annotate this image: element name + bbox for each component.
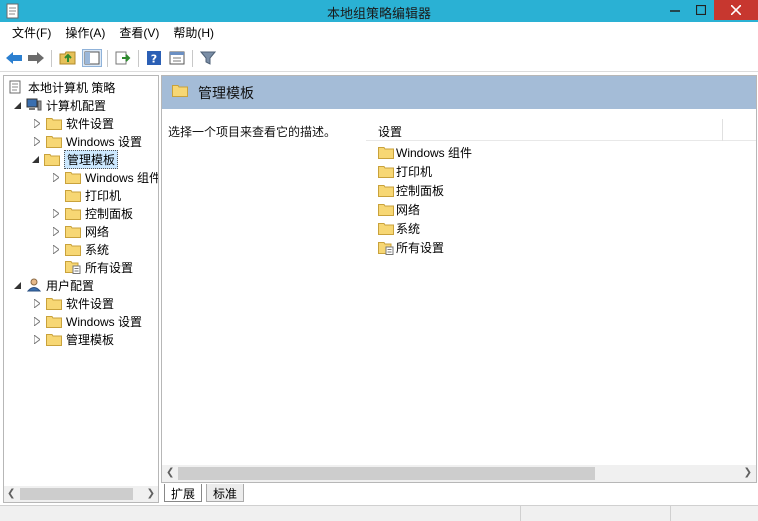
minimize-button[interactable] [662,0,688,20]
collapsed-arrow-icon[interactable] [32,118,42,128]
folder-icon [46,296,62,310]
folder-icon [65,206,81,220]
scrollbar-thumb[interactable] [20,488,133,500]
folder-icon [378,146,394,159]
folder-icon [65,188,81,202]
tree-item-software-settings[interactable]: 软件设置 [32,114,114,132]
export-list-icon[interactable] [113,49,133,67]
tree-item-user-software-settings[interactable]: 软件设置 [32,294,114,312]
title-bar: 本地组策略编辑器 [0,0,758,22]
folder-open-icon [44,152,60,166]
tree-item-all-settings[interactable]: 所有设置 [65,258,133,276]
folder-icon [172,84,188,100]
show-hide-tree-icon[interactable] [82,49,102,67]
tree-item-admin-templates[interactable]: 管理模板 [30,149,119,169]
console-tree: 本地计算机 策略 计算机配置 软件设置 Windows 设置 管理模板 Wind… [3,75,159,503]
all-settings-icon [65,260,81,274]
folder-icon [46,314,62,328]
tree-item-system[interactable]: 系统 [51,240,109,258]
tree-item-user-config[interactable]: 用户配置 [12,276,94,294]
list-item[interactable]: 网络 [378,200,420,219]
tree-item-printers[interactable]: 打印机 [65,186,121,204]
filter-icon[interactable] [198,49,218,67]
svg-text:?: ? [151,53,157,66]
tree-item-control-panel[interactable]: 控制面板 [51,204,133,222]
tree-item-network[interactable]: 网络 [51,222,109,240]
list-item[interactable]: Windows 组件 [378,143,472,162]
scroll-right-arrow-icon[interactable]: ❯ [744,467,752,478]
policy-document-icon [8,80,24,94]
menu-view[interactable]: 查看(V) [112,22,166,44]
tree-item-user-admin-templates[interactable]: 管理模板 [32,330,114,348]
collapsed-arrow-icon[interactable] [51,208,61,218]
details-horizontal-scrollbar[interactable]: ❮ ❯ [162,465,756,482]
folder-icon [378,165,394,178]
collapsed-arrow-icon[interactable] [51,172,61,182]
folder-icon [65,242,81,256]
expanded-arrow-icon[interactable] [30,155,40,163]
properties-icon[interactable] [167,49,187,67]
folder-icon [46,134,62,148]
back-arrow-icon[interactable] [4,49,24,67]
up-folder-icon[interactable] [58,49,78,67]
collapsed-arrow-icon[interactable] [32,316,42,326]
tab-standard[interactable]: 标准 [206,484,245,502]
expanded-arrow-icon[interactable] [12,101,22,109]
column-header-setting[interactable]: 设置 [366,119,756,141]
folder-icon [65,224,81,238]
view-tabs: 扩展 标准 [162,484,756,504]
folder-icon [378,184,394,197]
details-pane: 管理模板 选择一个项目来查看它的描述。 设置 Windows 组件 打印机 控制… [161,75,757,483]
forward-arrow-icon[interactable] [26,49,46,67]
collapsed-arrow-icon[interactable] [51,244,61,254]
tree-item-user-windows-settings[interactable]: Windows 设置 [32,312,142,330]
expanded-arrow-icon[interactable] [12,281,22,289]
scrollbar-thumb[interactable] [178,467,595,480]
tree-item-windows-components[interactable]: Windows 组件 [51,168,158,186]
tree-item-computer-config[interactable]: 计算机配置 [12,96,106,114]
folder-icon [378,203,394,216]
tree-horizontal-scrollbar[interactable]: ❮ ❯ [4,486,158,502]
collapsed-arrow-icon[interactable] [32,136,42,146]
menu-help[interactable]: 帮助(H) [166,22,221,44]
menu-file[interactable]: 文件(F) [5,22,58,44]
tree-item-windows-settings[interactable]: Windows 设置 [32,132,142,150]
folder-icon [65,170,81,184]
toolbar: ? [0,44,758,72]
scroll-right-arrow-icon[interactable]: ❯ [147,488,155,499]
folder-icon [46,116,62,130]
all-settings-icon [378,241,394,255]
user-icon [26,278,42,292]
details-header: 管理模板 [162,76,756,109]
scroll-left-arrow-icon[interactable]: ❮ [166,467,174,478]
folder-icon [378,222,394,235]
window-title: 本地组策略编辑器 [326,6,431,21]
description-panel: 选择一个项目来查看它的描述。 [162,109,366,482]
list-item[interactable]: 打印机 [378,162,432,181]
tab-extended[interactable]: 扩展 [164,484,203,502]
collapsed-arrow-icon[interactable] [32,298,42,308]
tree-item-root[interactable]: 本地计算机 策略 [8,78,115,96]
computer-icon [26,98,42,112]
collapsed-arrow-icon[interactable] [51,226,61,236]
maximize-button[interactable] [688,0,714,20]
close-button[interactable] [714,0,758,20]
list-item[interactable]: 控制面板 [378,181,444,200]
list-item[interactable]: 系统 [378,219,420,238]
details-title: 管理模板 [198,85,254,101]
settings-list: 设置 Windows 组件 打印机 控制面板 网络 系统 所有设置 [366,76,756,482]
folder-icon [46,332,62,346]
scroll-left-arrow-icon[interactable]: ❮ [7,488,15,499]
description-text: 选择一个项目来查看它的描述。 [168,125,337,139]
status-bar [0,505,758,521]
menu-action[interactable]: 操作(A) [58,22,112,44]
collapsed-arrow-icon[interactable] [32,334,42,344]
menu-bar: 文件(F) 操作(A) 查看(V) 帮助(H) [0,22,758,44]
help-icon[interactable]: ? [144,49,164,67]
list-item[interactable]: 所有设置 [378,238,444,257]
